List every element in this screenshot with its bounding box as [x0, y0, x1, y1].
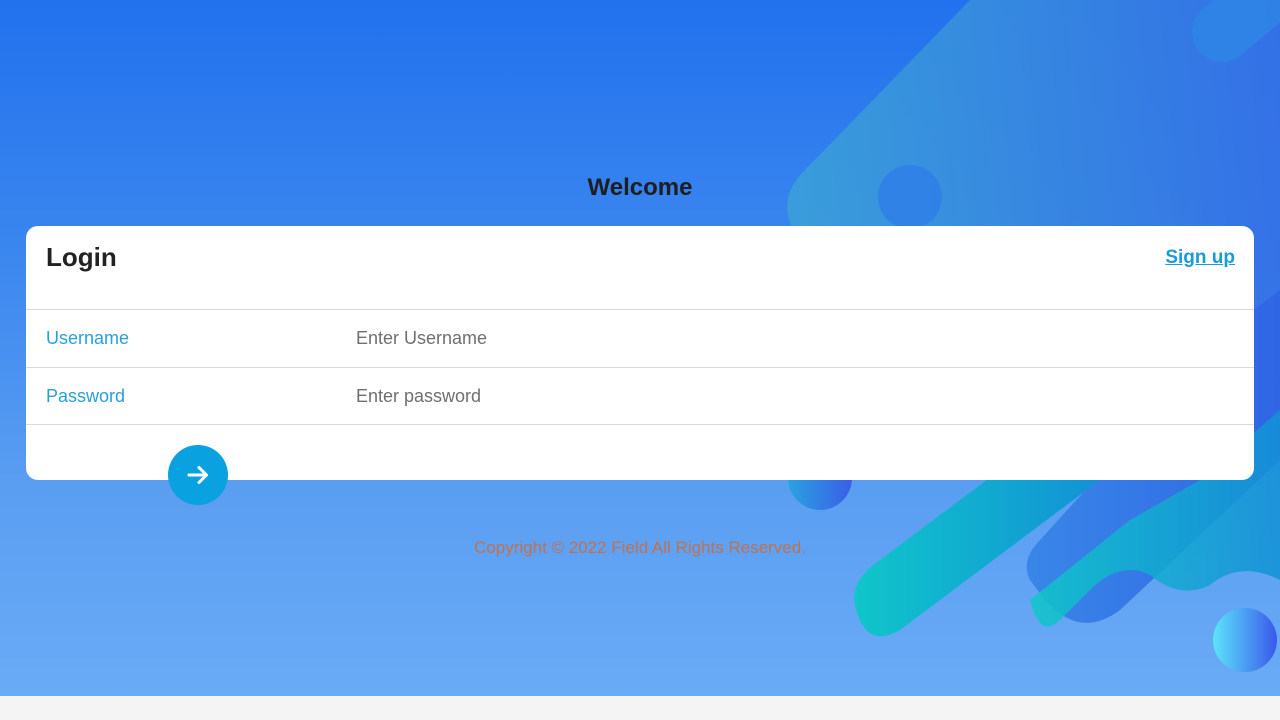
username-input[interactable]	[356, 322, 1216, 354]
login-card: Login Sign up Username Password	[26, 226, 1254, 480]
password-label: Password	[46, 386, 126, 406]
signup-link[interactable]: Sign up	[1165, 247, 1235, 269]
arrow-right-icon	[187, 466, 208, 484]
copyright-text: Copyright © 2022 Field All Rights Reserv…	[474, 538, 806, 557]
password-row: Password	[26, 367, 1254, 425]
login-card-title: Login	[46, 242, 117, 272]
page-title: Welcome	[587, 174, 693, 201]
username-label: Username	[46, 328, 130, 348]
form-divider	[26, 424, 1254, 425]
username-row: Username	[26, 309, 1254, 367]
password-input[interactable]	[356, 380, 1216, 412]
login-submit-button[interactable]	[168, 445, 228, 505]
login-page-background: Welcome Login Sign up Username Password …	[0, 0, 1280, 696]
